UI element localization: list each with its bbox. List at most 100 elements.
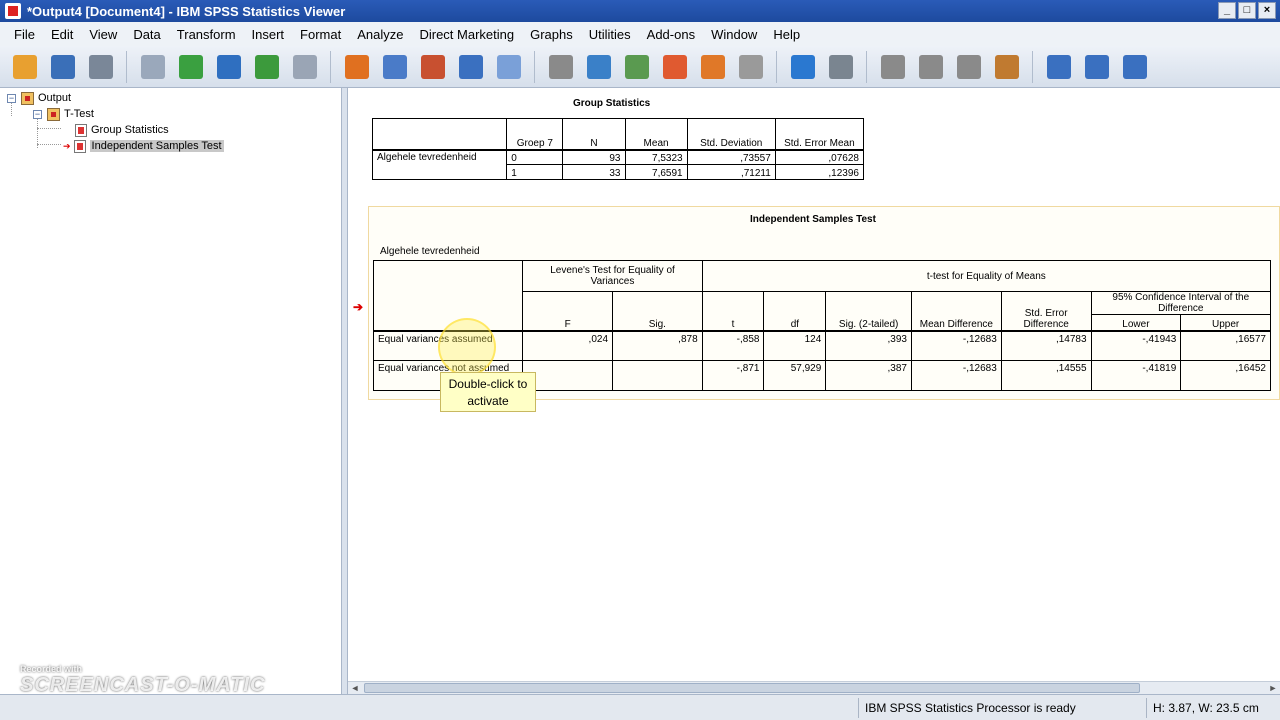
print-button[interactable]: [84, 50, 118, 84]
collapse-icon: [919, 54, 943, 79]
goto-data-button[interactable]: [340, 50, 374, 84]
menu-edit[interactable]: Edit: [43, 27, 81, 42]
designate-window-button[interactable]: [492, 50, 526, 84]
cell: [522, 360, 614, 391]
toolbar: [0, 46, 1280, 88]
horizontal-scrollbar[interactable]: ◄ ►: [348, 681, 1280, 694]
scroll-right-icon[interactable]: ►: [1266, 682, 1280, 694]
menu-graphs[interactable]: Graphs: [522, 27, 581, 42]
menu-view[interactable]: View: [81, 27, 125, 42]
header-cell: Upper: [1180, 314, 1271, 332]
header-cell: Lower: [1090, 314, 1182, 332]
cell: -,41943: [1090, 330, 1182, 361]
run-script-icon: [701, 54, 725, 79]
menu-transform[interactable]: Transform: [169, 27, 244, 42]
edit-chart-button[interactable]: [658, 50, 692, 84]
outline-ttest[interactable]: − T-Test: [33, 106, 94, 122]
header-cell: Sig. (2-tailed): [825, 291, 912, 332]
collapse-icon[interactable]: −: [33, 109, 42, 119]
outline-group-statistics[interactable]: Group Statistics: [75, 122, 169, 138]
recall-dialog-button[interactable]: [212, 50, 246, 84]
designate-window-icon: [497, 54, 521, 79]
save-icon: [51, 54, 75, 79]
cell: ,393: [825, 330, 912, 361]
outline-label: T-Test: [64, 108, 94, 120]
menu-window[interactable]: Window: [703, 27, 765, 42]
group-stats-table[interactable]: Groep 7 N Mean Std. Deviation Std. Error…: [371, 118, 865, 180]
show-button[interactable]: [952, 50, 986, 84]
select-cases-icon: [549, 54, 573, 79]
cell: 93: [562, 149, 626, 165]
export-icon: [179, 54, 203, 79]
ci-header: 95% Confidence Interval of the Differenc…: [1090, 291, 1272, 315]
spss-app-icon: [5, 3, 21, 19]
menu-analyze[interactable]: Analyze: [349, 27, 411, 42]
cell: 7,6591: [624, 164, 688, 180]
cell: ,71211: [686, 164, 776, 180]
header-cell: Mean: [624, 118, 688, 151]
menu-format[interactable]: Format: [292, 27, 349, 42]
screencast-watermark: Recorded with SCREENCAST-O-MATIC: [20, 664, 265, 697]
outline-independent-samples-test[interactable]: ➔ Independent Samples Test: [63, 138, 224, 154]
hide-button[interactable]: [990, 50, 1024, 84]
header-cell: Std. Deviation: [686, 118, 776, 151]
cell: 124: [763, 330, 827, 361]
arrow-right-button[interactable]: [824, 50, 858, 84]
goto-variable-button[interactable]: [416, 50, 450, 84]
status-bar: IBM SPSS Statistics Processor is ready H…: [0, 694, 1280, 720]
save-button[interactable]: [46, 50, 80, 84]
menu-add-ons[interactable]: Add-ons: [639, 27, 703, 42]
select-cases-button[interactable]: [544, 50, 578, 84]
insert-text-button[interactable]: [1118, 50, 1152, 84]
outline-pane: − Output − T-Test Group Statistics ➔ Ind…: [0, 88, 342, 694]
toolbar-separator: [330, 50, 336, 83]
toolbar-separator: [534, 50, 540, 83]
header-cell: t: [701, 291, 765, 332]
cell: ,16452: [1180, 360, 1271, 391]
export-button[interactable]: [174, 50, 208, 84]
disabled-icon: [739, 54, 763, 79]
hide-icon: [995, 54, 1019, 79]
print-preview-button[interactable]: [136, 50, 170, 84]
scrollbar-thumb[interactable]: [364, 683, 1140, 693]
outline-output[interactable]: − Output: [7, 90, 71, 106]
menu-utilities[interactable]: Utilities: [581, 27, 639, 42]
menu-data[interactable]: Data: [125, 27, 168, 42]
title-bar: *Output4 [Document4] - IBM SPSS Statisti…: [0, 0, 1280, 22]
menu-direct-marketing[interactable]: Direct Marketing: [411, 27, 522, 42]
processor-status: IBM SPSS Statistics Processor is ready: [858, 698, 1144, 718]
redo-icon: [293, 54, 317, 79]
variables-icon: [459, 54, 483, 79]
insert-title-button[interactable]: [1080, 50, 1114, 84]
size-readout: H: 3.87, W: 23.5 cm: [1146, 698, 1280, 718]
header-cell: F: [522, 291, 614, 332]
value-labels-button[interactable]: [620, 50, 654, 84]
scroll-left-icon[interactable]: ◄: [348, 682, 362, 694]
toolbar-separator: [776, 50, 782, 83]
weight-cases-button[interactable]: [582, 50, 616, 84]
cell: ,024: [522, 330, 614, 361]
outline-label: Output: [38, 92, 72, 104]
table-icon: [73, 139, 86, 153]
undo-button[interactable]: [250, 50, 284, 84]
disabled-button[interactable]: [734, 50, 768, 84]
insert-heading-button[interactable]: [1042, 50, 1076, 84]
header-cell: Std. Error Mean: [774, 118, 865, 151]
cell: 7,5323: [624, 149, 688, 165]
run-script-button[interactable]: [696, 50, 730, 84]
menu-help[interactable]: Help: [765, 27, 808, 42]
maximize-button[interactable]: □: [1238, 2, 1256, 19]
menu-insert[interactable]: Insert: [244, 27, 293, 42]
variables-button[interactable]: [454, 50, 488, 84]
collapse-icon[interactable]: −: [7, 93, 16, 103]
goto-case-button[interactable]: [378, 50, 412, 84]
arrow-left-icon: [791, 54, 815, 79]
arrow-left-button[interactable]: [786, 50, 820, 84]
collapse-button[interactable]: [914, 50, 948, 84]
menu-file[interactable]: File: [6, 27, 43, 42]
minimize-button[interactable]: _: [1218, 2, 1236, 19]
close-button[interactable]: ×: [1258, 2, 1276, 19]
expand-button[interactable]: [876, 50, 910, 84]
open-button[interactable]: [8, 50, 42, 84]
redo-button[interactable]: [288, 50, 322, 84]
